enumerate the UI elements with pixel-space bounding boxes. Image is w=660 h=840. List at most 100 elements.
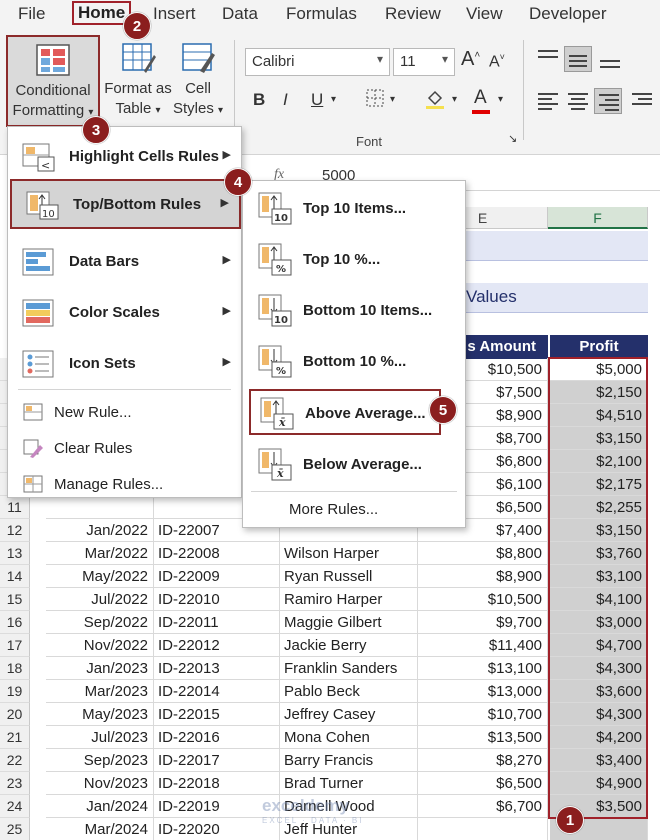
menu-item-new-rule[interactable]: New Rule... [8, 395, 241, 429]
cell-id[interactable]: ID-22014 [154, 680, 280, 703]
submenu-item-bottom-10-percent[interactable]: % Bottom 10 %... [243, 336, 465, 386]
cell-id[interactable]: ID-22011 [154, 611, 280, 634]
dialog-launcher-icon[interactable]: ↘ [508, 132, 517, 145]
font-color-icon[interactable]: A [474, 87, 487, 109]
cell-id[interactable]: ID-22010 [154, 588, 280, 611]
align-right-icon[interactable] [594, 88, 622, 114]
cell-amount[interactable]: $6,500 [418, 772, 548, 795]
cell-date[interactable]: Mar/2024 [46, 818, 154, 840]
cell-id[interactable]: ID-22018 [154, 772, 280, 795]
conditional-formatting-button[interactable]: Conditional Formatting ▾ [6, 35, 100, 127]
cell-amount[interactable]: $10,500 [418, 588, 548, 611]
tab-home[interactable]: Home [72, 1, 132, 25]
cell-date[interactable]: Mar/2023 [46, 680, 154, 703]
cell-name[interactable]: Maggie Gilbert [280, 611, 418, 634]
cell-name[interactable]: Mona Cohen [280, 726, 418, 749]
format-as-table-button[interactable]: Format as Table ▾ [104, 41, 172, 121]
menu-item-top-bottom-rules[interactable]: 10 Top/Bottom Rules ▶ [10, 179, 241, 229]
align-center-icon[interactable] [564, 88, 592, 114]
row-number[interactable]: 11 [0, 496, 30, 519]
cell-date[interactable]: Sep/2023 [46, 749, 154, 772]
submenu-item-top-10-items[interactable]: 10 Top 10 Items... [243, 183, 465, 233]
cell-date[interactable]: Jul/2023 [46, 726, 154, 749]
cell-id[interactable]: ID-22015 [154, 703, 280, 726]
cell-amount[interactable]: $11,400 [418, 634, 548, 657]
bold-button[interactable]: B [253, 90, 265, 110]
cell-amount[interactable]: $6,700 [418, 795, 548, 818]
row-number[interactable]: 18 [0, 657, 30, 680]
cell-date[interactable] [46, 496, 154, 519]
submenu-item-above-average[interactable]: x̄ Above Average... [249, 389, 441, 435]
row-number[interactable]: 17 [0, 634, 30, 657]
tab-review[interactable]: Review [385, 4, 441, 24]
menu-item-data-bars[interactable]: Data Bars ▶ [8, 238, 241, 288]
row-number[interactable]: 14 [0, 565, 30, 588]
tab-view[interactable]: View [466, 4, 503, 24]
cell-amount[interactable]: $13,100 [418, 657, 548, 680]
row-number[interactable]: 25 [0, 818, 30, 840]
row-number[interactable]: 15 [0, 588, 30, 611]
cell-id[interactable]: ID-22013 [154, 657, 280, 680]
row-number[interactable]: 22 [0, 749, 30, 772]
cell-date[interactable]: Sep/2022 [46, 611, 154, 634]
tab-file[interactable]: File [18, 4, 45, 24]
cell-amount[interactable]: $13,500 [418, 726, 548, 749]
submenu-item-more-rules[interactable]: More Rules... [243, 495, 465, 527]
cell-id[interactable]: ID-22008 [154, 542, 280, 565]
italic-icon[interactable]: I [283, 90, 288, 110]
menu-item-manage-rules[interactable]: Manage Rules... [8, 467, 241, 497]
top-align-icon[interactable] [534, 46, 562, 72]
chevron-down-icon[interactable]: ▾ [452, 94, 457, 105]
cell-date[interactable]: Jan/2023 [46, 657, 154, 680]
menu-item-icon-sets[interactable]: Icon Sets ▶ [8, 340, 241, 390]
cell-amount[interactable]: $8,900 [418, 565, 548, 588]
cell-id[interactable]: ID-22017 [154, 749, 280, 772]
bottom-align-icon[interactable] [596, 46, 624, 72]
cell-name[interactable]: Brad Turner [280, 772, 418, 795]
cell-amount[interactable]: $10,700 [418, 703, 548, 726]
cell-amount[interactable]: $9,700 [418, 611, 548, 634]
row-number[interactable]: 21 [0, 726, 30, 749]
menu-item-color-scales[interactable]: Color Scales ▶ [8, 289, 241, 339]
cell-amount[interactable]: $8,270 [418, 749, 548, 772]
row-number[interactable]: 13 [0, 542, 30, 565]
menu-item-highlight-cells-rules[interactable]: < Highlight Cells Rules ▶ [8, 133, 241, 183]
cell-id[interactable]: ID-22012 [154, 634, 280, 657]
cell-amount[interactable]: $13,000 [418, 680, 548, 703]
font-name-select[interactable]: Calibri ▾ [245, 48, 390, 76]
tab-data[interactable]: Data [222, 4, 258, 24]
cell-amount[interactable]: $8,800 [418, 542, 548, 565]
cell-name[interactable]: Ryan Russell [280, 565, 418, 588]
align-left-icon[interactable] [534, 88, 562, 114]
submenu-item-below-average[interactable]: x̄ Below Average... [243, 439, 465, 489]
cell-date[interactable]: Jul/2022 [46, 588, 154, 611]
row-number[interactable]: 12 [0, 519, 30, 542]
row-number[interactable]: 24 [0, 795, 30, 818]
cell-name[interactable]: Wilson Harper [280, 542, 418, 565]
row-number[interactable]: 23 [0, 772, 30, 795]
cell-id[interactable]: ID-22009 [154, 565, 280, 588]
tab-insert[interactable]: Insert [153, 4, 196, 24]
submenu-item-bottom-10-items[interactable]: 10 Bottom 10 Items... [243, 285, 465, 335]
row-number[interactable]: 19 [0, 680, 30, 703]
font-size-select[interactable]: 11 ▾ [393, 48, 455, 76]
submenu-item-top-10-percent[interactable]: % Top 10 %... [243, 234, 465, 284]
cell-date[interactable]: May/2022 [46, 565, 154, 588]
cell-name[interactable]: Barry Francis [280, 749, 418, 772]
row-number[interactable]: 16 [0, 611, 30, 634]
cell-date[interactable]: Nov/2023 [46, 772, 154, 795]
indent-icon[interactable] [628, 88, 656, 114]
cell-id[interactable]: ID-22016 [154, 726, 280, 749]
increase-font-icon[interactable]: A˄ [461, 48, 480, 71]
menu-item-clear-rules[interactable]: Clear Rules [8, 431, 241, 465]
cell-styles-button[interactable]: Cell Styles ▾ [170, 41, 226, 121]
middle-align-icon[interactable] [564, 46, 592, 72]
cell-name[interactable]: Pablo Beck [280, 680, 418, 703]
tab-formulas[interactable]: Formulas [286, 4, 357, 24]
cell-amount[interactable] [418, 818, 548, 840]
cell-date[interactable]: Jan/2024 [46, 795, 154, 818]
fill-color-icon[interactable] [424, 88, 446, 115]
cell-date[interactable]: May/2023 [46, 703, 154, 726]
row-number[interactable]: 20 [0, 703, 30, 726]
cell-date[interactable]: Jan/2022 [46, 519, 154, 542]
